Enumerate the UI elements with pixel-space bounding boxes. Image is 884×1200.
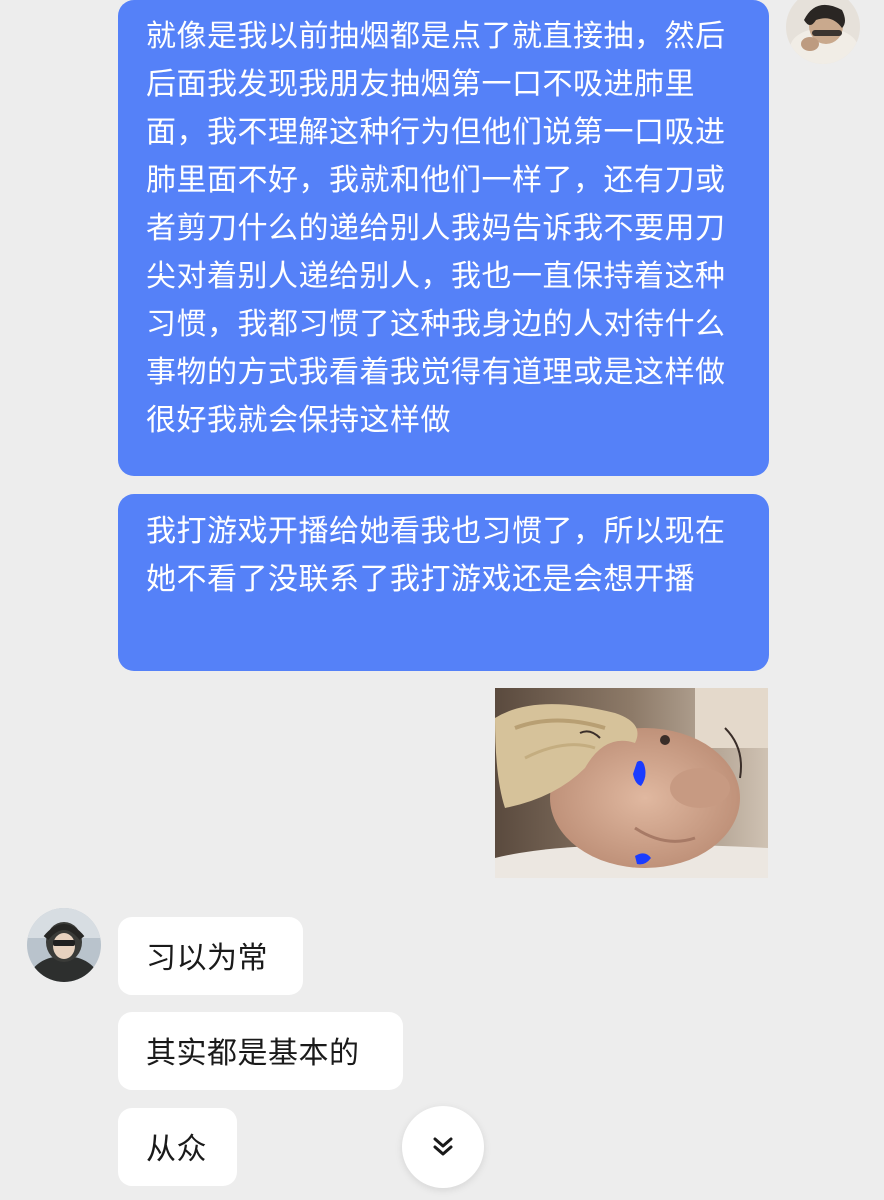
message-text: 从众 bbox=[146, 1132, 207, 1167]
incoming-message-bubble[interactable]: 其实都是基本的 bbox=[118, 1012, 403, 1090]
contact-avatar-image bbox=[27, 908, 101, 982]
outgoing-message-bubble[interactable]: 我打游戏开播给她看我也习惯了，所以现在她不看了没联系了我打游戏还是会想开播 bbox=[118, 494, 769, 671]
my-avatar-image bbox=[786, 0, 860, 64]
contact-avatar[interactable] bbox=[27, 908, 101, 982]
message-text: 我打游戏开播给她看我也习惯了，所以现在她不看了没联系了我打游戏还是会想开播 bbox=[146, 514, 726, 597]
message-text: 其实都是基本的 bbox=[146, 1036, 360, 1071]
incoming-message-bubble[interactable]: 习以为常 bbox=[118, 917, 303, 995]
scroll-to-bottom-button[interactable] bbox=[402, 1106, 484, 1188]
selfie-photo bbox=[495, 688, 768, 878]
message-text: 就像是我以前抽烟都是点了就直接抽，然后后面我发现我朋友抽烟第一口不吸进肺里面，我… bbox=[146, 19, 726, 438]
incoming-message-bubble[interactable]: 从众 bbox=[118, 1108, 237, 1186]
outgoing-message-bubble[interactable]: 就像是我以前抽烟都是点了就直接抽，然后后面我发现我朋友抽烟第一口不吸进肺里面，我… bbox=[118, 0, 769, 476]
double-chevron-down-icon bbox=[433, 1137, 453, 1156]
chat-conversation: 就像是我以前抽烟都是点了就直接抽，然后后面我发现我朋友抽烟第一口不吸进肺里面，我… bbox=[0, 0, 884, 1200]
message-text: 习以为常 bbox=[146, 941, 268, 976]
photo-message[interactable] bbox=[495, 688, 768, 878]
my-avatar[interactable] bbox=[786, 0, 860, 64]
